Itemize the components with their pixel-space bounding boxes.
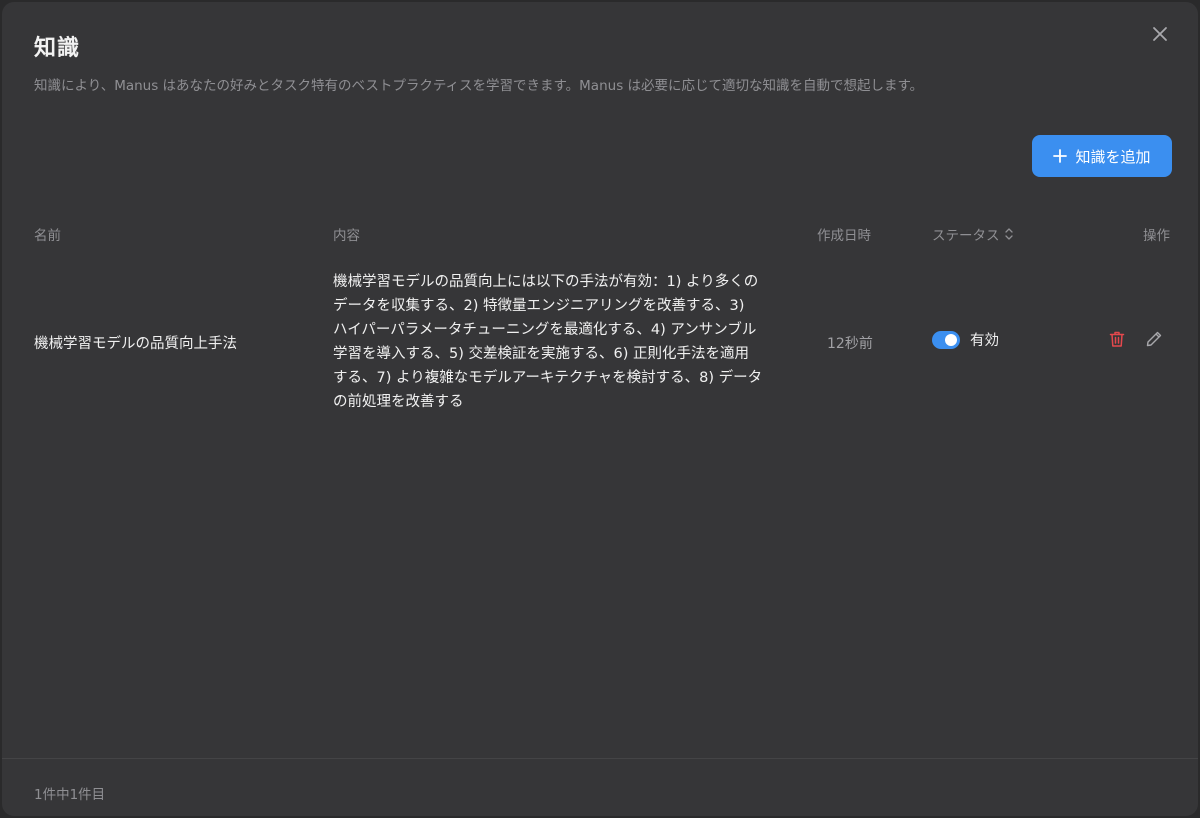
column-header-name: 名前 — [34, 228, 61, 244]
row-name: 機械学習モデルの品質向上手法 — [34, 336, 237, 352]
knowledge-dialog: 知識 知識により、Manus はあなたの好みとタスク特有のベストプラクティスを学… — [2, 2, 1198, 816]
status-toggle[interactable] — [932, 330, 960, 349]
edit-button[interactable] — [1144, 329, 1164, 349]
plus-icon — [1053, 149, 1068, 163]
pagination-info: 1件中1件目 — [34, 787, 106, 803]
status-label: 有効 — [970, 333, 999, 349]
trash-icon — [1109, 331, 1125, 347]
add-knowledge-label: 知識を追加 — [1075, 147, 1151, 166]
dialog-description: 知識により、Manus はあなたの好みとタスク特有のベストプラクティスを学習でき… — [34, 78, 924, 94]
dialog-title: 知識 — [34, 36, 81, 61]
close-icon — [1153, 27, 1167, 41]
delete-button[interactable] — [1107, 329, 1127, 349]
column-header-status-label: ステータス — [932, 228, 1000, 244]
column-header-actions: 操作 — [1143, 228, 1170, 244]
column-header-status[interactable]: ステータス — [932, 224, 1015, 244]
add-knowledge-button[interactable]: 知識を追加 — [1032, 135, 1172, 177]
column-header-created: 作成日時 — [817, 228, 871, 244]
close-button[interactable] — [1148, 22, 1172, 46]
row-status: 有効 — [932, 329, 999, 350]
row-content: 機械学習モデルの品質向上には以下の手法が有効：1) より多くのデータを収集する、… — [333, 274, 763, 410]
row-created: 12秒前 — [827, 336, 873, 352]
footer-divider — [2, 758, 1198, 759]
column-header-content: 内容 — [333, 228, 360, 244]
toggle-knob — [945, 333, 957, 346]
pencil-icon — [1146, 331, 1162, 347]
sort-icon — [1004, 228, 1013, 240]
